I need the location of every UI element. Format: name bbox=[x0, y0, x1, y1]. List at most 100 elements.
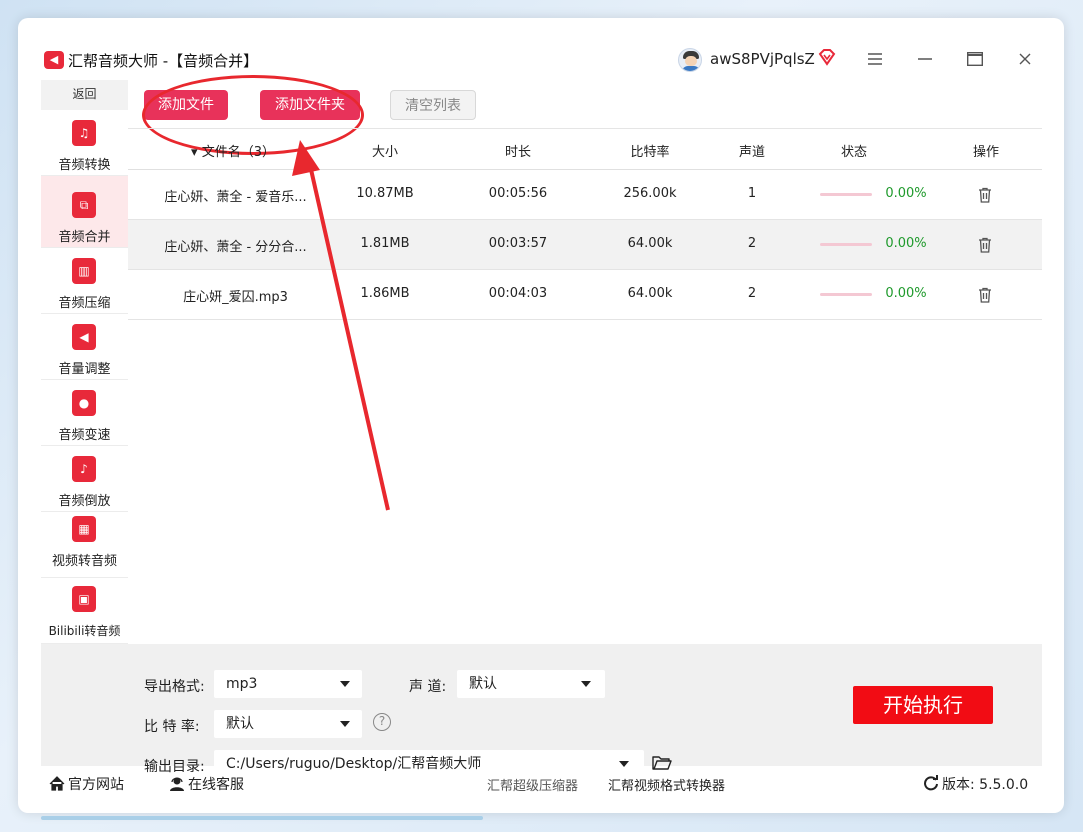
sidebar-item-label: 音频转换 bbox=[58, 158, 111, 173]
delete-icon[interactable] bbox=[978, 287, 992, 303]
file-name: 庄心妍、萧全 - 爱音乐... bbox=[164, 190, 307, 205]
minimize-icon[interactable] bbox=[911, 46, 939, 72]
file-name: 庄心妍、萧全 - 分分合... bbox=[164, 240, 307, 255]
sidebar-item-audio-reverse[interactable]: ♪ 音频倒放 bbox=[41, 446, 128, 512]
official-website-link[interactable]: 官方网站 bbox=[49, 774, 124, 794]
table-row[interactable]: 庄心妍_爱囚.mp3 1.86MB 00:04:03 64.00k 2 0.00… bbox=[128, 270, 1042, 320]
app-logo-icon: ◀ bbox=[44, 51, 64, 69]
microphone-icon: ● bbox=[72, 390, 96, 416]
bitrate-value: 默认 bbox=[226, 716, 254, 732]
chevron-down-icon bbox=[340, 721, 350, 727]
progress-bar bbox=[820, 243, 872, 246]
column-duration: 时长 bbox=[504, 145, 531, 160]
table-header: ▾ 文件名（3） 大小 时长 比特率 声道 状态 操作 bbox=[128, 129, 1042, 170]
bitrate-label: 比 特 率: bbox=[144, 719, 200, 735]
sidebar-item-video-to-audio[interactable]: ▦ 视频转音频 bbox=[41, 512, 128, 578]
chevron-down-icon bbox=[340, 681, 350, 687]
progress-bar bbox=[820, 293, 872, 296]
sidebar-item-label: 音量调整 bbox=[58, 362, 111, 377]
column-size: 大小 bbox=[371, 145, 398, 160]
online-support-link[interactable]: 在线客服 bbox=[169, 774, 244, 794]
audio-merge-icon: ⧉ bbox=[72, 192, 96, 218]
file-channels: 2 bbox=[747, 236, 757, 251]
sidebar-item-label: 视频转音频 bbox=[51, 554, 117, 569]
file-name: 庄心妍_爱囚.mp3 bbox=[183, 290, 288, 305]
format-label: 导出格式: bbox=[144, 679, 205, 695]
help-icon[interactable]: ? bbox=[373, 713, 391, 731]
clear-list-button[interactable]: 清空列表 bbox=[390, 90, 476, 120]
music-note-icon: ♪ bbox=[72, 456, 96, 482]
table-row[interactable]: 庄心妍、萧全 - 爱音乐... 10.87MB 00:05:56 256.00k… bbox=[128, 170, 1042, 220]
sidebar-item-volume-adjust[interactable]: ◀ 音量调整 bbox=[41, 314, 128, 380]
maximize-icon[interactable] bbox=[961, 46, 989, 72]
sidebar-item-audio-compress[interactable]: ▥ 音频压缩 bbox=[41, 248, 128, 314]
channel-select[interactable]: 默认 bbox=[457, 670, 605, 698]
chevron-down-icon bbox=[581, 681, 591, 687]
column-filename[interactable]: ▾ 文件名（3） bbox=[158, 141, 308, 160]
sidebar-item-label: 音频倒放 bbox=[58, 494, 111, 509]
delete-icon[interactable] bbox=[978, 187, 992, 203]
file-size: 1.86MB bbox=[360, 286, 410, 301]
status-text: 0.00% bbox=[885, 286, 927, 301]
file-size: 10.87MB bbox=[356, 186, 414, 201]
audio-convert-icon: ♫ bbox=[72, 120, 96, 146]
file-channels: 2 bbox=[747, 286, 757, 301]
sidebar-item-audio-merge[interactable]: ⧉ 音频合并 bbox=[41, 176, 128, 248]
username[interactable]: awS8PVjPqlsZ bbox=[710, 50, 815, 68]
close-icon[interactable] bbox=[1011, 46, 1039, 72]
online-support-label: 在线客服 bbox=[188, 777, 244, 793]
app-window: ◀ 汇帮音频大师 -【音频合并】 awS8PVjPqlsZ 返回 ♫ 音频转换 bbox=[18, 18, 1064, 813]
file-size: 1.81MB bbox=[360, 236, 410, 251]
start-button[interactable]: 开始执行 bbox=[853, 686, 993, 724]
file-channels: 1 bbox=[747, 186, 757, 201]
sidebar-item-label: 音频合并 bbox=[58, 230, 111, 245]
sidebar-item-label: Bilibili转音频 bbox=[48, 624, 121, 638]
audio-compress-icon: ▥ bbox=[72, 258, 96, 284]
taskbar-strip bbox=[41, 816, 483, 820]
channel-value: 默认 bbox=[469, 676, 497, 692]
user-avatar[interactable] bbox=[678, 48, 702, 72]
menu-icon[interactable] bbox=[861, 46, 889, 72]
version-info[interactable]: 版本: 5.5.0.0 bbox=[923, 774, 1028, 794]
file-duration: 00:03:57 bbox=[488, 236, 548, 251]
vip-diamond-icon[interactable] bbox=[818, 48, 836, 66]
refresh-icon bbox=[924, 775, 938, 791]
delete-icon[interactable] bbox=[978, 237, 992, 253]
compressor-link[interactable]: 汇帮超级压缩器 bbox=[487, 775, 578, 794]
column-bitrate: 比特率 bbox=[630, 145, 670, 160]
video-converter-link[interactable]: 汇帮视频格式转换器 bbox=[608, 775, 725, 794]
tv-icon: ▣ bbox=[72, 586, 96, 612]
home-icon bbox=[49, 776, 65, 791]
sidebar-item-label: 音频压缩 bbox=[58, 296, 111, 311]
file-bitrate: 256.00k bbox=[623, 186, 677, 201]
file-table: ▾ 文件名（3） 大小 时长 比特率 声道 状态 操作 庄心妍、萧全 - 爱音乐… bbox=[128, 128, 1042, 644]
sidebar-item-label: 音频变速 bbox=[58, 428, 111, 443]
film-icon: ▦ bbox=[72, 516, 96, 542]
status-text: 0.00% bbox=[885, 186, 927, 201]
sidebar-item-audio-convert[interactable]: ♫ 音频转换 bbox=[41, 110, 128, 176]
app-title: 汇帮音频大师 -【音频合并】 bbox=[68, 52, 259, 70]
support-agent-icon bbox=[170, 777, 184, 791]
sidebar-item-audio-speed[interactable]: ● 音频变速 bbox=[41, 380, 128, 446]
volume-adjust-icon: ◀ bbox=[72, 324, 96, 350]
file-duration: 00:04:03 bbox=[488, 286, 548, 301]
format-select[interactable]: mp3 bbox=[214, 670, 362, 698]
back-button[interactable]: 返回 bbox=[41, 80, 128, 110]
title-bar: ◀ 汇帮音频大师 -【音频合并】 awS8PVjPqlsZ bbox=[18, 18, 1064, 80]
column-status: 状态 bbox=[840, 145, 867, 160]
file-bitrate: 64.00k bbox=[627, 286, 673, 301]
version-label: 版本: 5.5.0.0 bbox=[942, 777, 1029, 793]
bitrate-select[interactable]: 默认 bbox=[214, 710, 362, 738]
column-channels: 声道 bbox=[738, 145, 765, 160]
file-bitrate: 64.00k bbox=[627, 236, 673, 251]
format-value: mp3 bbox=[226, 676, 258, 692]
column-action: 操作 bbox=[972, 145, 999, 160]
sidebar-item-bilibili-to-audio[interactable]: ▣ Bilibili转音频 bbox=[41, 578, 128, 644]
status-text: 0.00% bbox=[885, 236, 927, 251]
channel-label: 声 道: bbox=[409, 679, 447, 695]
footer: 官方网站 在线客服 汇帮超级压缩器 汇帮视频格式转换器 版本: 5.5.0.0 bbox=[41, 766, 1042, 798]
output-settings: 导出格式: mp3 声 道: 默认 比 特 率: 默认 ? 输出目录: C:/U… bbox=[41, 644, 1042, 778]
table-row[interactable]: 庄心妍、萧全 - 分分合... 1.81MB 00:03:57 64.00k 2… bbox=[128, 220, 1042, 270]
file-duration: 00:05:56 bbox=[488, 186, 548, 201]
official-website-label: 官方网站 bbox=[68, 777, 124, 793]
